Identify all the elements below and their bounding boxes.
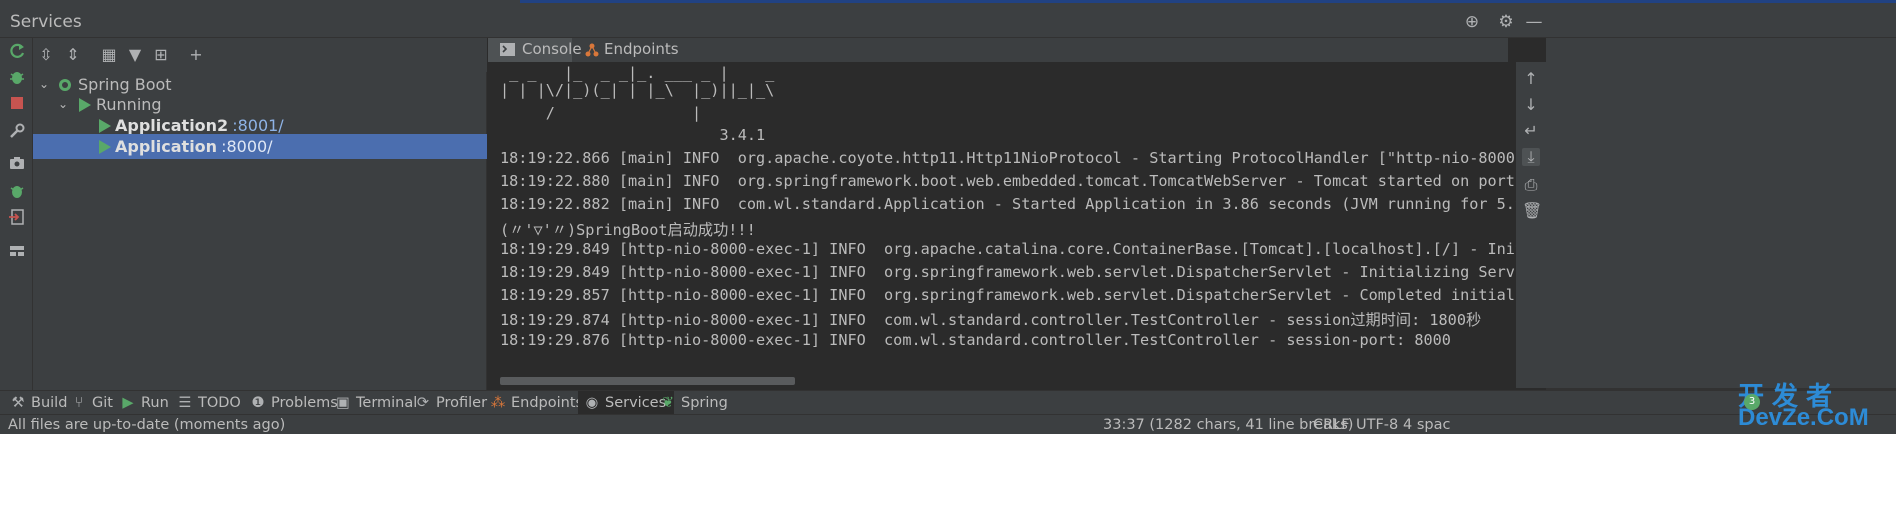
console-line: 18:19:29.857 [http-nio-8000-exec-1] INFO… bbox=[500, 286, 1516, 304]
console-line: 18:19:22.882 [main] INFO com.wl.standard… bbox=[500, 195, 1516, 213]
console-line: 18:19:29.876 [http-nio-8000-exec-1] INFO… bbox=[500, 331, 1451, 349]
git-icon: ⑂ bbox=[74, 395, 84, 411]
tool-tab-label: Build bbox=[31, 395, 68, 411]
new-tab-icon[interactable]: ⊞ bbox=[152, 46, 170, 64]
console-line: 18:19:29.849 [http-nio-8000-exec-1] INFO… bbox=[500, 263, 1516, 281]
services-icon: ◉ bbox=[585, 395, 599, 411]
group-by-icon[interactable]: ▦ bbox=[100, 46, 118, 64]
tool-tab-build[interactable]: ⚒ Build bbox=[10, 391, 68, 415]
wrench-icon[interactable] bbox=[8, 122, 26, 140]
console-line: (〃'▽'〃)SpringBoot启动成功!!! bbox=[500, 221, 756, 239]
tab-endpoints-label: Endpoints bbox=[604, 40, 679, 58]
horizontal-scrollbar[interactable] bbox=[500, 377, 795, 385]
tool-tab-label: Spring bbox=[681, 395, 728, 411]
file-encoding[interactable]: UTF-8 bbox=[1356, 415, 1398, 435]
status-bar: All files are up-to-date (moments ago) 3… bbox=[0, 414, 1896, 434]
tool-tab-problems[interactable]: ❶ Problems bbox=[250, 391, 338, 415]
tool-tab-label: Problems bbox=[271, 395, 338, 411]
console-side-toolbar: ↑ ↓ ↵ ⤓ ⎙ 🗑 bbox=[1516, 62, 1546, 388]
app-name: Application bbox=[115, 137, 218, 156]
tab-endpoints[interactable]: Endpoints bbox=[578, 38, 679, 62]
layout-icon[interactable] bbox=[8, 242, 26, 260]
tool-tab-label: Profiler bbox=[436, 395, 488, 411]
tool-tab-label: Terminal bbox=[356, 395, 418, 411]
blank-area bbox=[0, 434, 1896, 524]
status-message[interactable]: All files are up-to-date (moments ago) bbox=[8, 415, 285, 435]
tab-console[interactable]: Console bbox=[488, 38, 582, 62]
console-output[interactable]: _ _ |_ _ _|_. ___ _ | _ | | |\/|_)(_| | … bbox=[488, 62, 1516, 388]
console-icon bbox=[500, 43, 515, 56]
tree-node-application[interactable]: Application:8000/ bbox=[33, 134, 487, 159]
run-icon bbox=[99, 119, 111, 133]
tool-tab-label: Services bbox=[605, 395, 667, 411]
tool-tab-label: TODO bbox=[198, 395, 241, 411]
console-line: 18:19:22.866 [main] INFO org.apache.coyo… bbox=[500, 149, 1516, 167]
console-line: | | |\/|_)(_| | |_\ |_)||_|_\ bbox=[500, 81, 775, 99]
gear-icon[interactable]: ⚙ bbox=[1496, 12, 1516, 32]
spring-leaf-icon: ❦ bbox=[661, 395, 675, 411]
arrow-up-icon[interactable]: ↑ bbox=[1522, 70, 1540, 88]
exit-icon[interactable] bbox=[8, 208, 26, 226]
tool-tab-run[interactable]: ▶ Run bbox=[120, 391, 169, 415]
tool-tab-profiler[interactable]: ⟳ Profiler bbox=[415, 391, 487, 415]
app-port-link[interactable]: :8000/ bbox=[221, 137, 273, 156]
spring-boot-icon bbox=[59, 79, 71, 91]
tool-window-bar: ⚒ Build ⑂ Git ▶ Run ☰ TODO ❶ Problems ▣ Termin… bbox=[0, 390, 1896, 415]
trash-icon[interactable]: 🗑 bbox=[1522, 202, 1542, 220]
console-line: / | bbox=[500, 104, 702, 122]
add-service-icon[interactable]: + bbox=[187, 46, 205, 64]
watermark-bottom: DevZe.CoM bbox=[1738, 404, 1869, 431]
arrow-down-icon[interactable]: ↓ bbox=[1522, 96, 1540, 114]
tool-tab-todo[interactable]: ☰ TODO bbox=[177, 391, 241, 415]
notification-badge[interactable]: 3 bbox=[1744, 394, 1760, 410]
filter-icon[interactable]: ▼ bbox=[126, 46, 144, 64]
list-icon: ☰ bbox=[178, 395, 192, 411]
terminal-icon: ▣ bbox=[336, 395, 350, 411]
indent-setting[interactable]: 4 spac bbox=[1403, 415, 1450, 435]
run-icon: ▶ bbox=[122, 395, 134, 411]
tool-tab-git[interactable]: ⑂ Git bbox=[71, 391, 113, 415]
tool-tab-terminal[interactable]: ▣ Terminal bbox=[335, 391, 417, 415]
console-line: 18:19:22.880 [main] INFO org.springframe… bbox=[500, 172, 1516, 190]
app-port-link[interactable]: :8001/ bbox=[232, 116, 284, 135]
services-header: Services ⊕ ⚙ — bbox=[0, 6, 1896, 38]
run-icon bbox=[79, 98, 91, 112]
profiler-icon: ⟳ bbox=[416, 395, 430, 411]
scroll-to-end-icon[interactable]: ⤓ bbox=[1522, 148, 1540, 166]
console-line: _ _ |_ _ _|_. ___ _ | _ bbox=[500, 64, 775, 82]
print-icon[interactable]: ⎙ bbox=[1522, 176, 1540, 194]
services-title: Services bbox=[10, 12, 82, 32]
tool-tab-endpoints[interactable]: ⁂ Endpoints bbox=[490, 391, 583, 415]
camera-icon[interactable] bbox=[8, 154, 26, 172]
line-separator[interactable]: CRLF bbox=[1313, 415, 1350, 435]
minimize-icon[interactable]: — bbox=[1524, 12, 1544, 32]
console-line: 18:19:29.849 [http-nio-8000-exec-1] INFO… bbox=[500, 240, 1516, 258]
tool-tab-spring[interactable]: ❦ Spring bbox=[660, 391, 728, 415]
target-icon[interactable]: ⊕ bbox=[1462, 12, 1482, 32]
soft-wrap-icon[interactable]: ↵ bbox=[1522, 122, 1540, 140]
warning-icon: ❶ bbox=[251, 395, 265, 411]
watermark-logo: 开发者 DevZe.CoM bbox=[1738, 376, 1896, 434]
tool-tab-label: Endpoints bbox=[511, 395, 584, 411]
expand-all-icon[interactable]: ⇳ bbox=[37, 46, 55, 64]
tab-console-label: Console bbox=[522, 40, 582, 58]
collapse-all-icon[interactable]: ⇕ bbox=[64, 46, 82, 64]
tree-toolbar: ⇳ ⇕ ▦ ▼ ⊞ + bbox=[33, 38, 487, 72]
tool-tab-label: Run bbox=[141, 395, 169, 411]
endpoints-icon bbox=[585, 43, 599, 57]
hammer-icon: ⚒ bbox=[11, 395, 25, 411]
rerun-icon[interactable] bbox=[8, 42, 26, 60]
console-line: 3.4.1 bbox=[500, 126, 766, 144]
endpoints-icon: ⁂ bbox=[490, 395, 506, 411]
console-line: 18:19:29.874 [http-nio-8000-exec-1] INFO… bbox=[500, 311, 1482, 329]
console-tabs: Console Endpoints bbox=[488, 38, 1508, 62]
debug-attach-icon[interactable] bbox=[8, 182, 26, 200]
run-icon bbox=[99, 140, 111, 154]
app-name: Application2 bbox=[115, 116, 229, 135]
tool-tab-label: Git bbox=[92, 395, 113, 411]
debug-icon[interactable] bbox=[8, 68, 26, 86]
stop-icon[interactable] bbox=[8, 94, 26, 112]
